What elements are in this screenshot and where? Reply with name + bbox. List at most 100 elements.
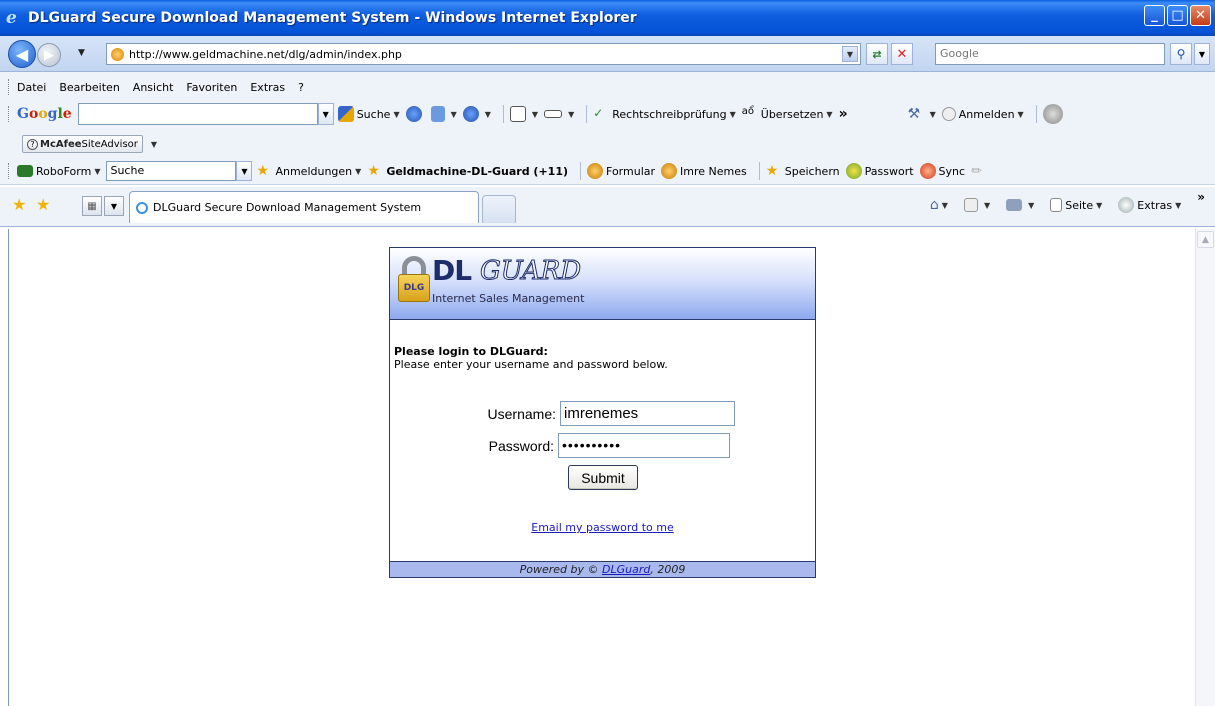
- url-field[interactable]: http://www.geldmachine.net/dlg/admin/ind…: [106, 43, 861, 65]
- back-button[interactable]: ◀: [8, 40, 36, 68]
- close-button[interactable]: ✕: [1190, 5, 1211, 26]
- toolbar-grip: [8, 163, 11, 179]
- dlguard-logo: DL: [432, 254, 472, 287]
- wrench-icon: ⚒: [907, 106, 921, 122]
- signin-button[interactable]: Anmelden ▼: [941, 107, 1024, 121]
- menu-help[interactable]: ?: [298, 81, 304, 94]
- dlguard-footer: Powered by © DLGuard, 2009: [390, 561, 815, 577]
- page-menu-button[interactable]: Seite ▼: [1050, 198, 1102, 212]
- refresh-button[interactable]: ⇄: [866, 43, 888, 65]
- password-icon: [845, 163, 862, 179]
- username-label: Username:: [487, 405, 556, 422]
- dlguard-header: DLG DL GUARD Internet Sales Management: [390, 248, 815, 320]
- separator: [586, 105, 588, 123]
- pagerank-button[interactable]: [405, 106, 425, 122]
- spellcheck-button[interactable]: ✓ Rechtschreibprüfung ▼: [593, 106, 736, 122]
- command-bar: ⌂ ▼ ▼ ▼ Seite ▼ Extras ▼ »: [930, 190, 1205, 213]
- tab-list-dropdown-icon[interactable]: ▼: [104, 196, 124, 216]
- feeds-button[interactable]: ▼: [963, 198, 990, 212]
- minimize-button[interactable]: _: [1144, 5, 1165, 26]
- bookmarks-button[interactable]: ▼: [462, 106, 491, 122]
- commandbar-more-button[interactable]: »: [1197, 190, 1205, 204]
- window-title: DLGuard Secure Download Management Syste…: [28, 10, 637, 26]
- maximize-button[interactable]: □: [1167, 5, 1188, 26]
- google-logo: Google: [17, 106, 72, 122]
- password-field[interactable]: ••••••••••: [558, 433, 730, 458]
- google-search-input[interactable]: [77, 103, 318, 125]
- forward-button[interactable]: ▶: [37, 43, 61, 67]
- tools-menu-button[interactable]: Extras ▼: [1118, 197, 1181, 213]
- stop-button[interactable]: ✕: [891, 43, 913, 65]
- roboform-icon: [17, 165, 33, 177]
- password-button[interactable]: Passwort: [845, 163, 914, 179]
- dlguard-footer-link[interactable]: DLGuard: [602, 563, 650, 576]
- toolbars: Datei Bearbeiten Ansicht Favoriten Extra…: [0, 72, 1215, 185]
- vertical-scrollbar[interactable]: ▲: [1195, 229, 1215, 706]
- menu-datei[interactable]: Datei: [17, 81, 46, 94]
- google-search-label: Suche: [356, 107, 391, 121]
- quick-tabs-icon[interactable]: ▦: [82, 196, 102, 216]
- form-label: Formular: [606, 164, 656, 178]
- footer-suffix: , 2009: [650, 563, 686, 576]
- tab-dlguard[interactable]: DLGuard Secure Download Management Syste…: [129, 191, 479, 223]
- form-button[interactable]: Formular: [587, 163, 655, 179]
- toolbar-more-button[interactable]: »: [839, 106, 848, 122]
- tools-menu-label: Extras: [1137, 198, 1173, 212]
- url-dropdown-icon[interactable]: ▼: [842, 46, 858, 62]
- puzzle-icon: [430, 106, 445, 122]
- sync-button[interactable]: Sync: [919, 163, 965, 179]
- highlight-button[interactable]: ▼: [544, 110, 574, 119]
- menu-bearbeiten[interactable]: Bearbeiten: [59, 81, 119, 94]
- window-icon: [509, 106, 526, 122]
- new-tab-button[interactable]: [482, 195, 516, 223]
- scroll-up-icon[interactable]: ▲: [1197, 231, 1214, 248]
- separator: [580, 162, 582, 180]
- menu-extras[interactable]: Extras: [250, 81, 285, 94]
- page-menu-label: Seite: [1065, 198, 1094, 212]
- translate-button[interactable]: aổ Übersetzen ▼: [742, 106, 833, 122]
- siteadvisor-button[interactable]: ? McAfee SiteAdvisor: [22, 135, 143, 153]
- save-button[interactable]: ★ Speichern: [766, 163, 840, 179]
- plus-button[interactable]: ▼: [430, 106, 457, 122]
- search-icon[interactable]: ⚲: [1170, 43, 1192, 65]
- page-content: DLG DL GUARD Internet Sales Management P…: [8, 229, 1195, 706]
- search-input[interactable]: Google: [935, 43, 1165, 65]
- separator: [758, 162, 760, 180]
- menu-ansicht[interactable]: Ansicht: [133, 81, 174, 94]
- bookmark-label: Geldmachine-DL-Guard (+11): [386, 164, 569, 178]
- research-icon: [1042, 104, 1063, 124]
- bookmark-button[interactable]: ★ Geldmachine-DL-Guard (+11): [367, 163, 568, 179]
- home-button[interactable]: ⌂ ▼: [930, 197, 948, 213]
- toolbar-grip: [8, 79, 11, 95]
- login-title: Please login to DLGuard:: [394, 345, 548, 358]
- wrench-button[interactable]: ⚒ ▼: [908, 106, 936, 122]
- login-form: Please login to DLGuard: Please enter yo…: [390, 321, 815, 561]
- menu-favoriten[interactable]: Favoriten: [186, 81, 237, 94]
- lock-label: DLG: [398, 274, 430, 302]
- roboform-search-dropdown-icon[interactable]: ▼: [236, 161, 253, 181]
- google-search-dropdown-icon[interactable]: ▼: [317, 103, 334, 125]
- password-label: Password:: [488, 437, 554, 454]
- mcafee-dropdown-icon[interactable]: ▼: [151, 140, 157, 149]
- site-favicon-icon: [111, 47, 124, 61]
- roboform-button[interactable]: RoboForm ▼: [17, 165, 100, 178]
- identity-button[interactable]: Imre Nemes: [661, 163, 747, 179]
- print-button[interactable]: ▼: [1006, 199, 1034, 211]
- title-bar: e DLGuard Secure Download Management Sys…: [0, 0, 1215, 36]
- google-search-button[interactable]: Suche ▼: [337, 106, 400, 122]
- add-favorite-icon[interactable]: ★: [36, 195, 50, 214]
- submit-button[interactable]: Submit: [568, 465, 638, 490]
- logins-button[interactable]: ★ Anmeldungen ▼: [256, 163, 361, 179]
- siteadvisor-label: SiteAdvisor: [81, 138, 138, 150]
- email-password-link[interactable]: Email my password to me: [390, 521, 815, 534]
- pencil-icon[interactable]: ✏: [971, 164, 982, 179]
- research-button[interactable]: [1042, 104, 1066, 124]
- roboform-toolbar: RoboForm ▼ Suche ▼ ★ Anmeldungen ▼ ★ Geldmac…: [0, 160, 1215, 182]
- favorites-star-icon[interactable]: ★: [12, 195, 26, 214]
- roboform-search-input[interactable]: Suche: [106, 161, 237, 181]
- history-dropdown-icon[interactable]: ▼: [78, 48, 85, 58]
- popup-button[interactable]: ▼: [509, 106, 538, 122]
- toolbar-grip: [8, 106, 11, 122]
- search-dropdown-icon[interactable]: ▼: [1194, 43, 1210, 65]
- username-field[interactable]: imrenemes: [560, 401, 735, 426]
